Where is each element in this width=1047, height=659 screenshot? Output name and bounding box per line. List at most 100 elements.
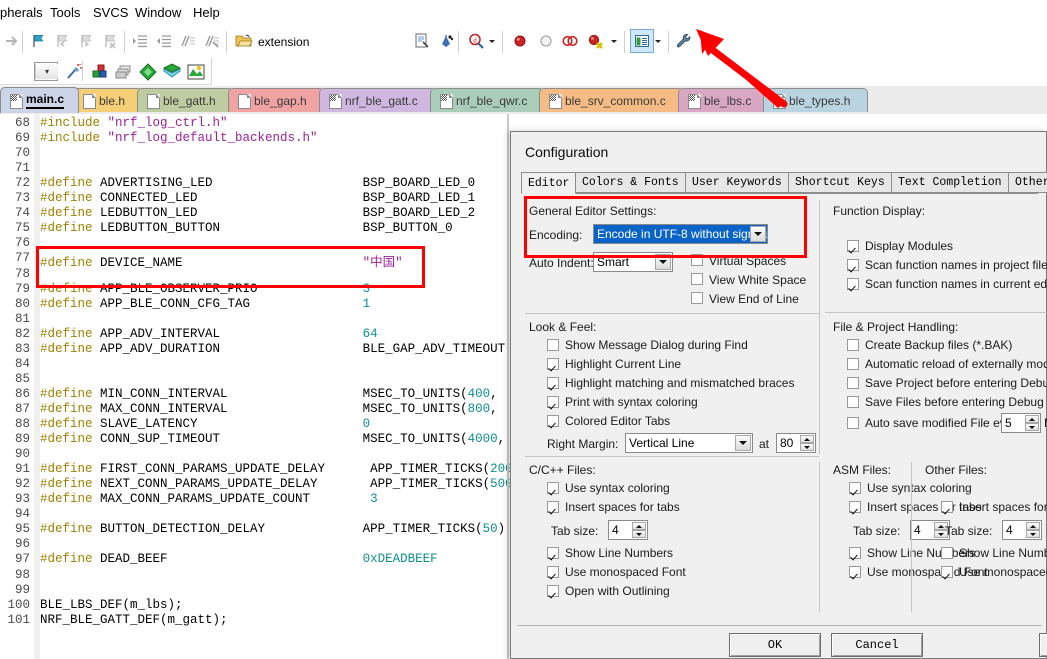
checkbox-colored-editor-tabs[interactable] <box>547 415 559 427</box>
auto-save-interval-spinner[interactable]: 5 <box>1001 413 1041 433</box>
checkbox-auto-save-modified-file[interactable] <box>847 417 859 429</box>
flag-delete-icon[interactable] <box>98 29 122 53</box>
auto-indent-dropdown-arrow[interactable] <box>655 254 671 270</box>
cpp-tab-size-spin-up[interactable] <box>632 522 646 530</box>
right-margin-dropdown[interactable]: Vertical Line <box>625 433 753 453</box>
menu-item-tools[interactable]: Tools <box>50 5 80 20</box>
uncomment-icon[interactable] <box>200 29 224 53</box>
menu-item-help[interactable]: Help <box>193 5 220 20</box>
checkbox-virtual-spaces[interactable] <box>691 254 703 266</box>
build-target-dropdown[interactable]: ▾ <box>34 62 58 81</box>
find-dropdown-icon[interactable] <box>486 29 498 53</box>
checkbox-cpp-insert-spaces-for-tabs[interactable] <box>547 501 559 513</box>
checkbox-asm-use-monospaced-font[interactable] <box>849 566 861 578</box>
dialog-tab-editor[interactable]: Editor <box>521 172 576 194</box>
arrow-right-icon[interactable] <box>0 29 24 53</box>
encoding-dropdown[interactable]: Encode in UTF-8 without signature <box>593 224 768 244</box>
binoculars-icon[interactable] <box>434 29 458 53</box>
checkbox-print-with-syntax-coloring[interactable] <box>547 396 559 408</box>
other-tab-size-spin-down[interactable] <box>1026 530 1040 538</box>
indent-decrease-icon[interactable] <box>152 29 176 53</box>
indent-increase-icon[interactable] <box>128 29 152 53</box>
asm-tab-size-spinner[interactable]: 4 <box>910 520 950 540</box>
breakpoint-kill-icon[interactable] <box>584 29 608 53</box>
file-tab-ble_gatt-h[interactable]: ble_gatt.h <box>137 88 234 112</box>
checkbox-other-show-line-numbers[interactable] <box>941 547 953 559</box>
flag-icon[interactable] <box>26 29 50 53</box>
open-folder-icon[interactable] <box>232 29 256 53</box>
checkbox-highlight-current-line[interactable] <box>547 358 559 370</box>
dialog-tab-colors-fonts[interactable]: Colors & Fonts <box>575 172 686 193</box>
build-target-icon[interactable] <box>88 60 112 84</box>
auto-indent-dropdown[interactable]: Smart <box>593 252 673 272</box>
checkbox-show-message-dialog-during-find[interactable] <box>547 339 559 351</box>
menu-item-svcs[interactable]: SVCS <box>93 5 128 20</box>
auto-save-spin-down[interactable] <box>1025 423 1039 431</box>
batch-build-icon[interactable] <box>112 60 136 84</box>
checkbox-view-end-of-line[interactable] <box>691 292 703 304</box>
checkbox-asm-use-syntax-coloring[interactable] <box>849 482 861 494</box>
file-tab-ble-h[interactable]: ble.h <box>73 88 143 112</box>
other-tab-size-spinner[interactable]: 4 <box>1002 520 1042 540</box>
pack-installer-icon[interactable] <box>184 60 208 84</box>
file-tab-ble_lbs-c[interactable]: ble_lbs.c <box>678 88 769 112</box>
flag-back-icon[interactable] <box>50 29 74 53</box>
checkbox-highlight-braces[interactable] <box>547 377 559 389</box>
manage-components-icon[interactable] <box>160 60 184 84</box>
flag-forward-icon[interactable] <box>74 29 98 53</box>
checkbox-other-use-monospaced-font[interactable] <box>941 566 953 578</box>
file-tab-nrf_ble_qwr-c[interactable]: nrf_ble_qwr.c <box>430 88 545 112</box>
help-button[interactable] <box>1039 633 1047 657</box>
cpp-tab-size-spinner[interactable]: 4 <box>608 520 648 540</box>
checkbox-automatic-reload[interactable] <box>847 358 859 370</box>
other-tab-size-spin-up[interactable] <box>1026 522 1040 530</box>
code-line: #define LEDBUTTON_BUTTON BSP_BUTTON_0 <box>40 221 453 236</box>
checkbox-scan-current-editor-files[interactable] <box>847 278 859 290</box>
dialog-tab-user-keywords[interactable]: User Keywords <box>685 172 789 193</box>
breakpoint-icon[interactable] <box>508 29 532 53</box>
file-properties-icon[interactable] <box>410 29 434 53</box>
options-target-icon[interactable] <box>136 60 160 84</box>
checkbox-cpp-use-syntax-coloring[interactable] <box>547 482 559 494</box>
checkbox-asm-insert-spaces-for-tabs[interactable] <box>849 501 861 513</box>
line-number: 89 <box>14 432 30 447</box>
file-tab-nrf_ble_gatt-c[interactable]: nrf_ble_gatt.c <box>319 88 436 112</box>
file-tab-main-c[interactable]: main.c <box>0 87 79 113</box>
checkbox-save-files-before-debug[interactable] <box>847 396 859 408</box>
file-tab-ble_srv_common-c[interactable]: ble_srv_common.c <box>539 88 684 112</box>
right-margin-spin-down[interactable] <box>800 443 814 451</box>
menu-item-window[interactable]: Window <box>135 5 181 20</box>
cancel-button[interactable]: Cancel <box>831 633 923 657</box>
comment-icon[interactable] <box>176 29 200 53</box>
checkbox-display-modules[interactable] <box>847 240 859 252</box>
file-tab-ble_types-h[interactable]: ble_types.h <box>763 88 868 112</box>
right-margin-column-spinner[interactable]: 80 <box>776 433 816 453</box>
window-panel-icon[interactable] <box>630 29 654 53</box>
checkbox-other-insert-spaces-for-tabs[interactable] <box>941 501 953 513</box>
window-panel-dropdown-icon[interactable] <box>652 29 664 53</box>
dialog-tab-text-completion[interactable]: Text Completion <box>891 172 1009 193</box>
checkbox-cpp-open-with-outlining[interactable] <box>547 585 559 597</box>
encoding-dropdown-arrow[interactable] <box>750 226 766 242</box>
breakpoint-dropdown-icon[interactable] <box>608 29 620 53</box>
wrench-icon[interactable] <box>672 29 696 53</box>
file-tab-ble_gap-h[interactable]: ble_gap.h <box>228 88 325 112</box>
ok-button[interactable]: OK <box>729 633 821 657</box>
cpp-tab-size-spin-down[interactable] <box>632 530 646 538</box>
breakpoint-disabled-icon[interactable] <box>534 29 558 53</box>
breakpoint-toggle-icon[interactable] <box>558 29 582 53</box>
checkbox-scan-project-files[interactable] <box>847 259 859 271</box>
checkbox-save-project-before-debug[interactable] <box>847 377 859 389</box>
menu-item-pherals[interactable]: pherals <box>0 5 43 20</box>
find-in-files-icon[interactable]: d <box>464 29 488 53</box>
right-margin-dropdown-arrow[interactable] <box>735 435 751 451</box>
auto-save-spin-up[interactable] <box>1025 415 1039 423</box>
right-margin-spin-up[interactable] <box>800 435 814 443</box>
checkbox-cpp-use-monospaced-font[interactable] <box>547 566 559 578</box>
checkbox-cpp-show-line-numbers[interactable] <box>547 547 559 559</box>
checkbox-create-backup-files[interactable] <box>847 339 859 351</box>
dialog-tab-other[interactable]: Other <box>1008 172 1047 193</box>
dialog-tab-shortcut-keys[interactable]: Shortcut Keys <box>788 172 892 193</box>
checkbox-asm-show-line-numbers[interactable] <box>849 547 861 559</box>
checkbox-view-white-space[interactable] <box>691 273 703 285</box>
